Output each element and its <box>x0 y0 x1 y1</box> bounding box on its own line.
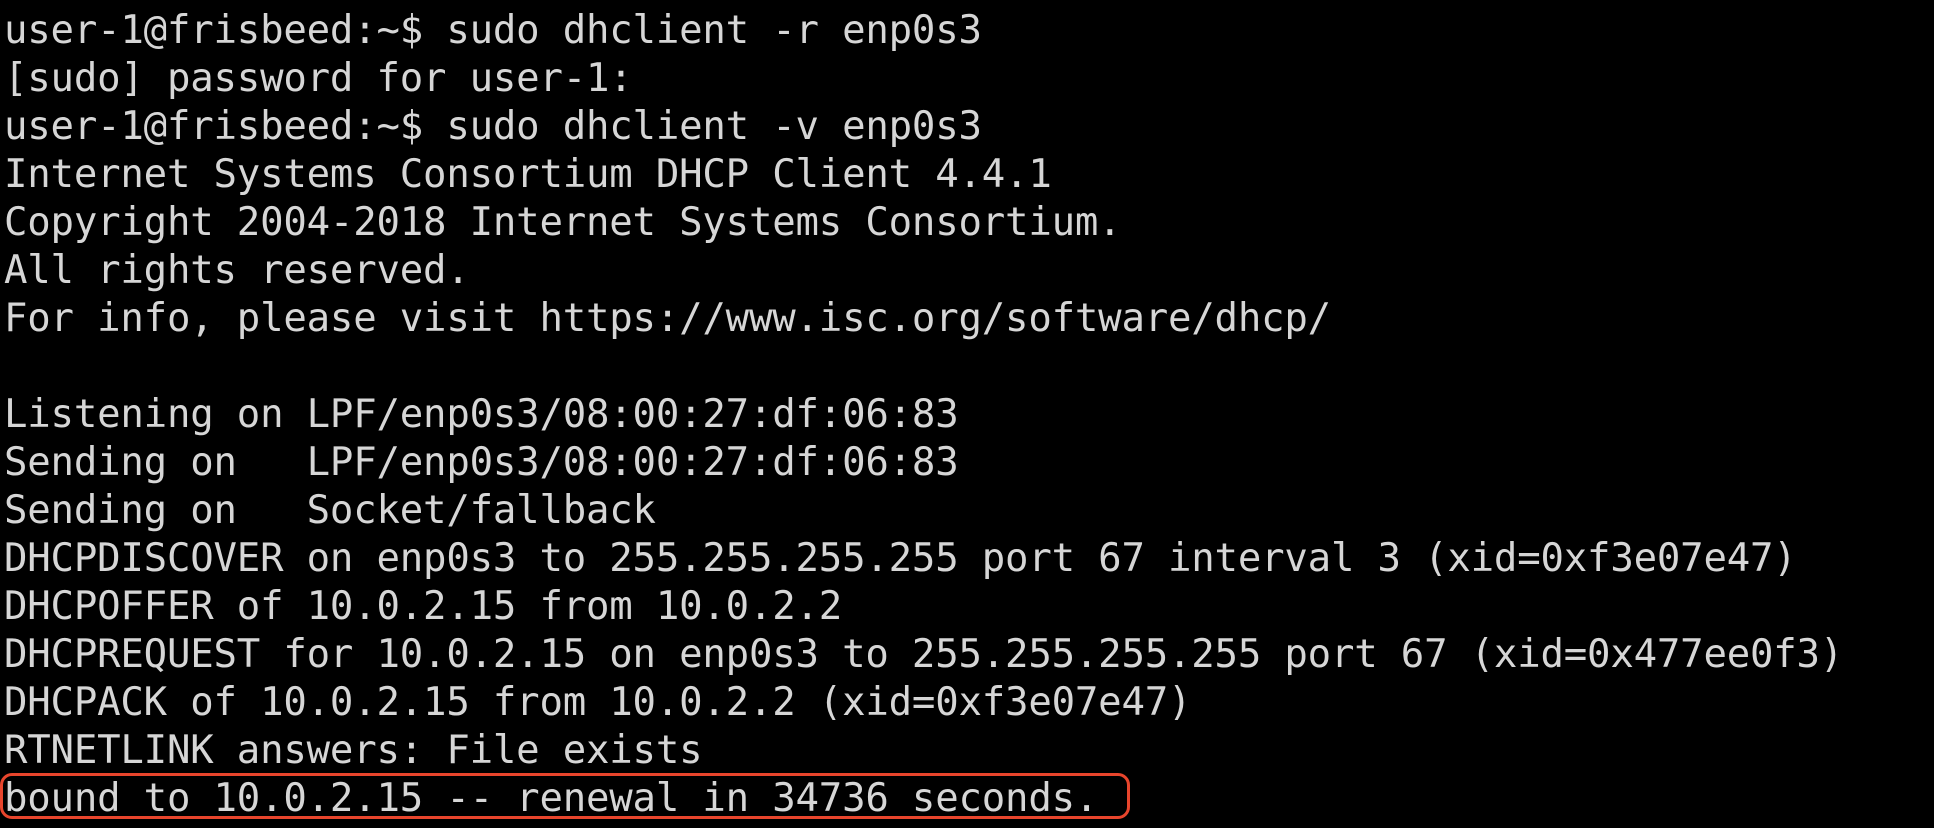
terminal-line: RTNETLINK answers: File exists <box>4 728 703 773</box>
terminal-line: Internet Systems Consortium DHCP Client … <box>4 152 1052 197</box>
terminal-line: user-1@frisbeed:~$ sudo dhclient -r enp0… <box>4 8 982 53</box>
terminal-line: For info, please visit https://www.isc.o… <box>4 296 1331 341</box>
terminal-line: Sending on Socket/fallback <box>4 488 656 533</box>
terminal-line: Copyright 2004-2018 Internet Systems Con… <box>4 200 1122 245</box>
terminal-line: Listening on LPF/enp0s3/08:00:27:df:06:8… <box>4 392 959 437</box>
terminal-line: DHCPDISCOVER on enp0s3 to 255.255.255.25… <box>4 536 1797 581</box>
terminal-line: [sudo] password for user-1: <box>4 56 633 101</box>
terminal-line: Sending on LPF/enp0s3/08:00:27:df:06:83 <box>4 440 959 485</box>
terminal-line: All rights reserved. <box>4 248 470 293</box>
terminal-window[interactable]: user-1@frisbeed:~$ sudo dhclient -r enp0… <box>0 0 1934 828</box>
terminal-line: DHCPOFFER of 10.0.2.15 from 10.0.2.2 <box>4 584 843 629</box>
terminal-line: DHCPREQUEST for 10.0.2.15 on enp0s3 to 2… <box>4 632 1844 677</box>
terminal-line: user-1@frisbeed:~$ sudo dhclient -v enp0… <box>4 104 982 149</box>
highlight-annotation-box <box>0 773 1130 819</box>
terminal-line: DHCPACK of 10.0.2.15 from 10.0.2.2 (xid=… <box>4 680 1192 725</box>
